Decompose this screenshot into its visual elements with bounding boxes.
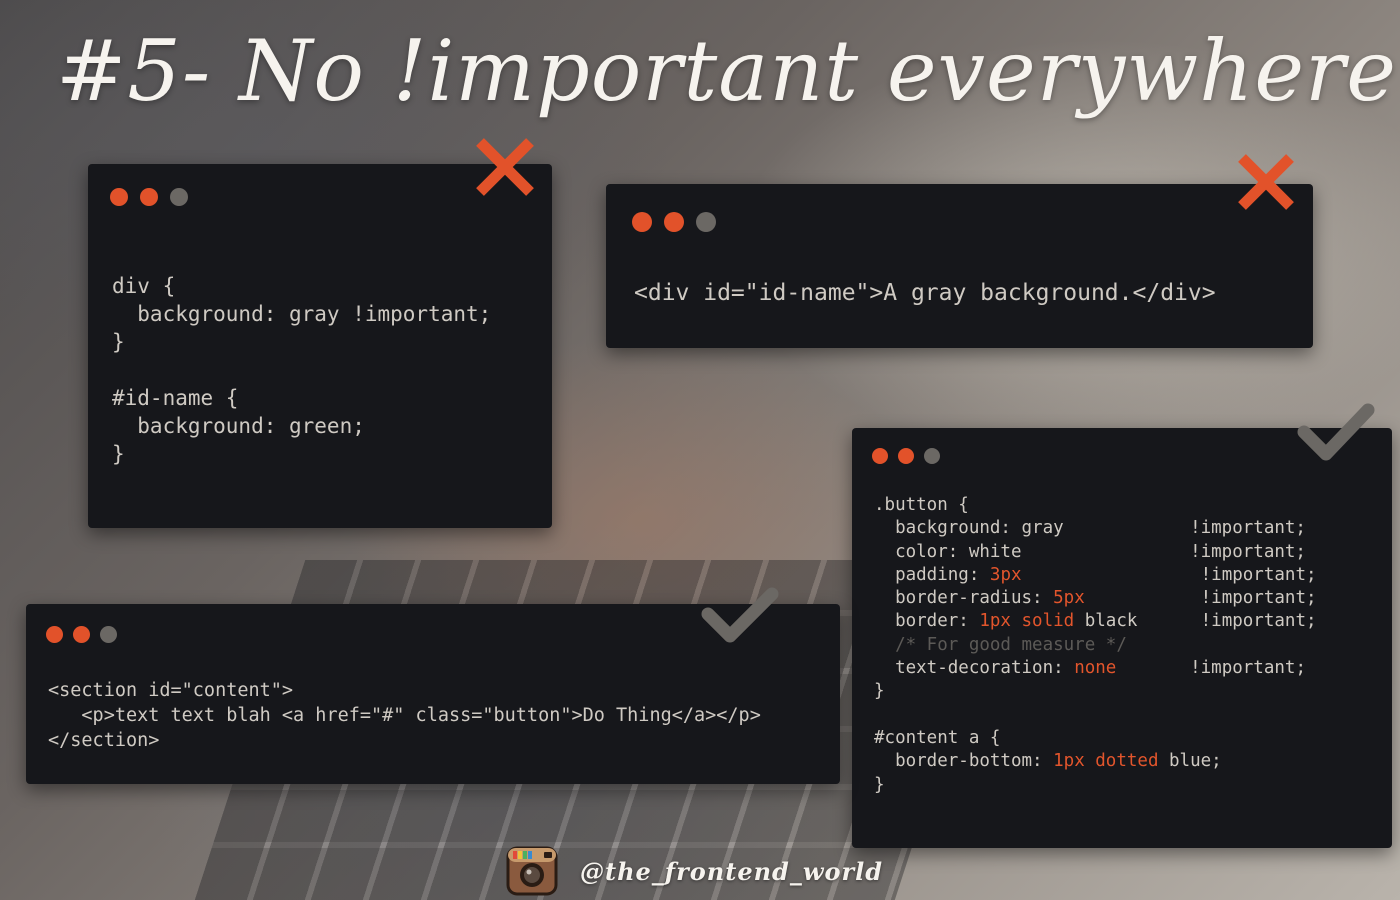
- code-token: background: gray: [874, 518, 1191, 539]
- code-block: <div id="id-name">A gray background.</di…: [634, 278, 1216, 308]
- minimize-dot-icon[interactable]: [140, 188, 158, 206]
- code-value: 1px solid: [979, 611, 1075, 632]
- code-line: <p>text text blah <a href="#" class="but…: [48, 705, 761, 726]
- code-line: div {: [112, 274, 176, 298]
- close-dot-icon[interactable]: [110, 188, 128, 206]
- code-token: !important;: [1084, 588, 1317, 609]
- code-line: padding: 3px !important;: [874, 564, 1317, 587]
- code-token: blue;: [1158, 751, 1222, 772]
- code-line: background: gray !important;: [112, 302, 492, 326]
- cross-icon: [476, 138, 534, 196]
- code-line: <section id="content">: [48, 680, 294, 701]
- minimize-dot-icon[interactable]: [664, 212, 684, 232]
- code-token: !important;: [1021, 564, 1317, 585]
- code-value: 3px: [989, 564, 1022, 585]
- code-line: #id-name {: [112, 386, 239, 410]
- code-value: none: [1074, 658, 1117, 679]
- code-line: }: [874, 774, 885, 795]
- window-controls: [46, 626, 117, 643]
- code-token: border:: [874, 611, 980, 632]
- code-block: .button { background: gray !important; c…: [874, 494, 1317, 797]
- code-line: }: [112, 442, 125, 466]
- code-line: }: [874, 681, 885, 702]
- code-line: <div id="id-name">A gray background.</di…: [634, 280, 1216, 306]
- page-title: #5- No !important everywhere: [56, 22, 1397, 120]
- author-handle[interactable]: @the_frontend_world: [580, 857, 883, 886]
- code-token: border-bottom:: [874, 751, 1054, 772]
- code-line: background: gray !important;: [874, 517, 1317, 540]
- code-value: 1px dotted: [1053, 751, 1159, 772]
- check-icon: [1297, 403, 1375, 461]
- code-line: #content a {: [874, 727, 1001, 748]
- code-line: ​: [112, 356, 491, 384]
- minimize-dot-icon[interactable]: [73, 626, 90, 643]
- code-block: div { background: gray !important;}​#id-…: [112, 272, 491, 468]
- code-line: </section>: [48, 730, 160, 751]
- instagram-icon[interactable]: [506, 846, 558, 896]
- code-line: ​: [874, 704, 1317, 727]
- maximize-dot-icon[interactable]: [170, 188, 188, 206]
- cross-icon: [1238, 154, 1294, 210]
- code-token: !important;: [1190, 518, 1306, 539]
- maximize-dot-icon[interactable]: [696, 212, 716, 232]
- code-line: text-decoration: none !important;: [874, 657, 1317, 680]
- code-token: border-radius:: [874, 588, 1054, 609]
- code-token: black: [1074, 611, 1201, 632]
- code-window-css-right: .button { background: gray !important; c…: [852, 428, 1392, 848]
- code-token: color: white: [874, 541, 1191, 562]
- window-controls: [110, 188, 188, 206]
- code-line: border-bottom: 1px dotted blue;: [874, 750, 1317, 773]
- code-token: !important;: [1190, 541, 1306, 562]
- window-controls: [632, 212, 716, 232]
- code-window-html-wrong: <div id="id-name">A gray background.</di…: [606, 184, 1313, 348]
- footer: @the_frontend_world: [506, 846, 883, 896]
- minimize-dot-icon[interactable]: [898, 448, 914, 464]
- code-token: !important;: [1116, 658, 1306, 679]
- code-window-css-wrong: div { background: gray !important;}​#id-…: [88, 164, 552, 528]
- code-line: }: [112, 330, 125, 354]
- code-token: padding:: [874, 564, 990, 585]
- code-token: !important;: [1200, 611, 1317, 632]
- close-dot-icon[interactable]: [46, 626, 63, 643]
- code-line: background: green;: [112, 414, 365, 438]
- maximize-dot-icon[interactable]: [924, 448, 940, 464]
- code-comment: /* For good measure */: [874, 634, 1127, 655]
- window-controls: [872, 448, 940, 464]
- code-line: color: white !important;: [874, 541, 1317, 564]
- close-dot-icon[interactable]: [872, 448, 888, 464]
- code-token: text-decoration:: [874, 658, 1075, 679]
- code-line: border-radius: 5px !important;: [874, 587, 1317, 610]
- code-value: 5px: [1053, 588, 1085, 609]
- code-line: border: 1px solid black !important;: [874, 610, 1317, 633]
- maximize-dot-icon[interactable]: [100, 626, 117, 643]
- check-icon: [701, 587, 779, 643]
- code-line: .button {: [874, 495, 969, 515]
- code-block: <section id="content"> <p>text text blah…: [48, 678, 761, 753]
- close-dot-icon[interactable]: [632, 212, 652, 232]
